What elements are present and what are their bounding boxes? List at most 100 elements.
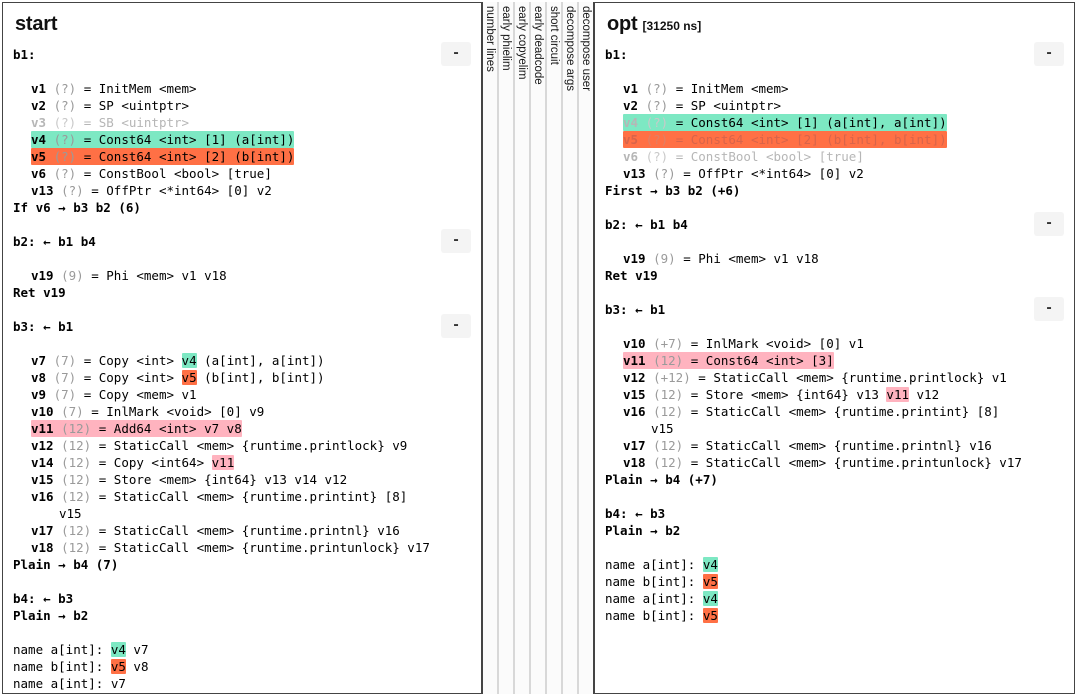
collapse-block-button[interactable]: -	[1034, 42, 1064, 66]
ssa-block: b4: ← b3 Plain → b2	[605, 505, 1064, 539]
phase-title-opt[interactable]: opt [31250 ns]	[607, 12, 1064, 38]
ssa-use-count: (+7)	[653, 336, 684, 351]
ssa-block-header[interactable]: b2: ← b1 b4 -	[13, 229, 471, 253]
ssa-name-row[interactable]: name a[int]: v4	[605, 556, 1064, 573]
ssa-value-line[interactable]: v1 (?) = InitMem <mem>	[605, 80, 1064, 97]
ssa-block-header[interactable]: b1: -	[605, 42, 1064, 66]
collapsed-phase-label: early copyelim	[516, 6, 528, 80]
collapsed-phase-short-circuit[interactable]: short circuit	[546, 2, 562, 694]
ssa-value-line[interactable]: v7 (7) = Copy <int> v4 (a[int], a[int])	[13, 352, 471, 369]
collapsed-phase-early-phielim[interactable]: early phielim	[498, 2, 514, 694]
ssa-value-line[interactable]: v19 (9) = Phi <mem> v1 v18	[605, 250, 1064, 267]
ssa-value-line[interactable]: v10 (7) = InlMark <void> [0] v9	[13, 403, 471, 420]
phase-time-text: [31250 ns]	[642, 19, 702, 33]
ssa-value-line[interactable]: v2 (?) = SP <uintptr>	[605, 97, 1064, 114]
ssa-value-line[interactable]: v15 (12) = Store <mem> {int64} v13 v11 v…	[605, 386, 1064, 403]
ssa-value-id: v12	[31, 438, 54, 453]
ssa-block-control: First → b3 b2 (+6)	[605, 183, 741, 198]
ssa-name-row[interactable]: name b[int]: v5	[605, 573, 1064, 590]
ssa-block-header[interactable]: b4: ← b3	[605, 505, 1064, 522]
block-gap	[605, 199, 1064, 216]
ssa-value-id: v10	[623, 336, 646, 351]
ssa-value-line[interactable]: v14 (12) = Copy <int64> v11	[13, 454, 471, 471]
ssa-value-id: v12	[623, 370, 646, 385]
ssa-use-count: (?)	[645, 81, 669, 96]
ssa-value-expr: = Store <mem> {int64} v13 v14 v12	[98, 472, 348, 487]
ssa-value-line[interactable]: v3 (?) = SB <uintptr>	[13, 114, 471, 131]
ssa-value-line[interactable]: v13 (?) = OffPtr <*int64> [0] v2	[605, 165, 1064, 182]
ssa-value-line[interactable]: v11 (12) = Add64 <int> v7 v8	[13, 420, 471, 437]
ssa-value-line[interactable]: v18 (12) = StaticCall <mem> {runtime.pri…	[605, 454, 1064, 471]
ssa-value-line[interactable]: v12 (+12) = StaticCall <mem> {runtime.pr…	[605, 369, 1064, 386]
ssa-value-id: v2	[31, 98, 47, 113]
phase-title-start[interactable]: start	[15, 12, 471, 38]
ssa-value-line[interactable]: v18 (12) = StaticCall <mem> {runtime.pri…	[13, 539, 471, 556]
ssa-value-line[interactable]: v4 (?) = Const64 <int> [1] (a[int], a[in…	[605, 114, 1064, 131]
ssa-use-count: (12)	[61, 523, 92, 538]
collapsed-phase-early-copyelim[interactable]: early copyelim	[514, 2, 530, 694]
ssa-block: b1: - v1 (?) = InitMem <mem> v2 (?) = SP <u…	[605, 42, 1064, 199]
ssa-block-header[interactable]: b4: ← b3	[13, 590, 471, 607]
ssa-value-line[interactable]: v13 (?) = OffPtr <*int64> [0] v2	[13, 182, 471, 199]
collapse-block-button[interactable]: -	[441, 314, 471, 338]
ssa-value-expr: = StaticCall <mem> {runtime.printnl} v16	[98, 523, 400, 538]
ssa-use-count: (12)	[61, 472, 92, 487]
ssa-name-label: name b[int]:	[13, 693, 111, 694]
block-gap	[13, 216, 471, 233]
ssa-name-label: name b[int]:	[13, 659, 111, 674]
collapsed-phase-label: decompose args	[564, 6, 576, 92]
ssa-value-line[interactable]: v1 (?) = InitMem <mem>	[13, 80, 471, 97]
ssa-name-row[interactable]: name b[int]: v5	[605, 607, 1064, 624]
collapse-block-button[interactable]: -	[441, 229, 471, 253]
ssa-block-header[interactable]: b3: ← b1 -	[13, 314, 471, 338]
ssa-value-line[interactable]: v5 (?) = Const64 <int> [2] (b[int], b[in…	[605, 131, 1064, 148]
ssa-value-body: v12 (12) = StaticCall <mem> {runtime.pri…	[31, 437, 407, 454]
ssa-name-row[interactable]: name a[int]: v7	[13, 675, 471, 692]
ssa-block-header[interactable]: b3: ← b1 -	[605, 297, 1064, 321]
collapsed-phase-number-lines[interactable]: number lines	[482, 2, 498, 694]
ssa-block-header[interactable]: b2: ← b1 b4 -	[605, 212, 1064, 236]
collapse-block-button[interactable]: -	[1034, 212, 1064, 236]
ssa-name-values: v7	[125, 642, 149, 657]
ssa-value-line[interactable]: v6 (?) = ConstBool <bool> [true]	[13, 165, 471, 182]
ssa-value-line[interactable]: v4 (?) = Const64 <int> [1] (a[int])	[13, 131, 471, 148]
ssa-value-line[interactable]: v19 (9) = Phi <mem> v1 v18	[13, 267, 471, 284]
collapsed-phase-early-deadcode[interactable]: early deadcode	[530, 2, 546, 694]
ssa-block-name: b2: ← b1 b4	[13, 234, 96, 249]
ssa-value-line[interactable]: v5 (?) = Const64 <int> [2] (b[int])	[13, 148, 471, 165]
ssa-value-line[interactable]: v8 (7) = Copy <int> v5 (b[int], b[int])	[13, 369, 471, 386]
ssa-value-line[interactable]: v6 (?) = ConstBool <bool> [true]	[605, 148, 1064, 165]
collapsed-phase-decompose-user[interactable]: decompose user	[578, 2, 594, 694]
ssa-value-line[interactable]: v9 (7) = Copy <mem> v1	[13, 386, 471, 403]
ssa-name-row[interactable]: name b[int]: v8	[13, 692, 471, 694]
ssa-value-line[interactable]: v12 (12) = StaticCall <mem> {runtime.pri…	[13, 437, 471, 454]
ssa-name-row[interactable]: name a[int]: v4	[605, 590, 1064, 607]
collapse-block-button[interactable]: -	[441, 42, 471, 66]
collapsed-phase-decompose-args[interactable]: decompose args	[562, 2, 578, 694]
ssa-block-header[interactable]: b1: -	[13, 42, 471, 66]
ssa-use-count: (12)	[653, 438, 684, 453]
ssa-value-id: v16	[623, 404, 646, 419]
ssa-value-body: v4 (?) = Const64 <int> [1] (a[int], a[in…	[623, 114, 947, 131]
ssa-value-line[interactable]: v17 (12) = StaticCall <mem> {runtime.pri…	[13, 522, 471, 539]
ssa-block-name: b3: ← b1	[13, 319, 74, 334]
ssa-name-row[interactable]: name a[int]: v4 v7	[13, 641, 471, 658]
ssa-value-line[interactable]: v15 (12) = Store <mem> {int64} v13 v14 v…	[13, 471, 471, 488]
ssa-value-line[interactable]: v11 (12) = Const64 <int> [3]	[605, 352, 1064, 369]
collapse-block-button[interactable]: -	[1034, 297, 1064, 321]
ssa-value-line[interactable]: v16 (12) = StaticCall <mem> {runtime.pri…	[13, 488, 471, 505]
ssa-use-count: (?)	[53, 166, 77, 181]
ssa-value-body: v8 (7) = Copy <int> v5 (b[int], b[int])	[31, 369, 325, 386]
ssa-value-id: v16	[31, 489, 54, 504]
ssa-value-line[interactable]: v17 (12) = StaticCall <mem> {runtime.pri…	[605, 437, 1064, 454]
ssa-value-id: v19	[31, 268, 54, 283]
ssa-value-line[interactable]: v10 (+7) = InlMark <void> [0] v1	[605, 335, 1064, 352]
ssa-value-expr: = OffPtr <*int64> [0] v2	[683, 166, 864, 181]
ssa-value-expr: = SP <uintptr>	[675, 98, 782, 113]
ssa-value-line[interactable]: v16 (12) = StaticCall <mem> {runtime.pri…	[605, 403, 1064, 420]
ssa-name-row[interactable]: name b[int]: v5 v8	[13, 658, 471, 675]
ssa-block-control: Plain → b2	[605, 523, 681, 538]
ssa-value-line[interactable]: v2 (?) = SP <uintptr>	[13, 97, 471, 114]
